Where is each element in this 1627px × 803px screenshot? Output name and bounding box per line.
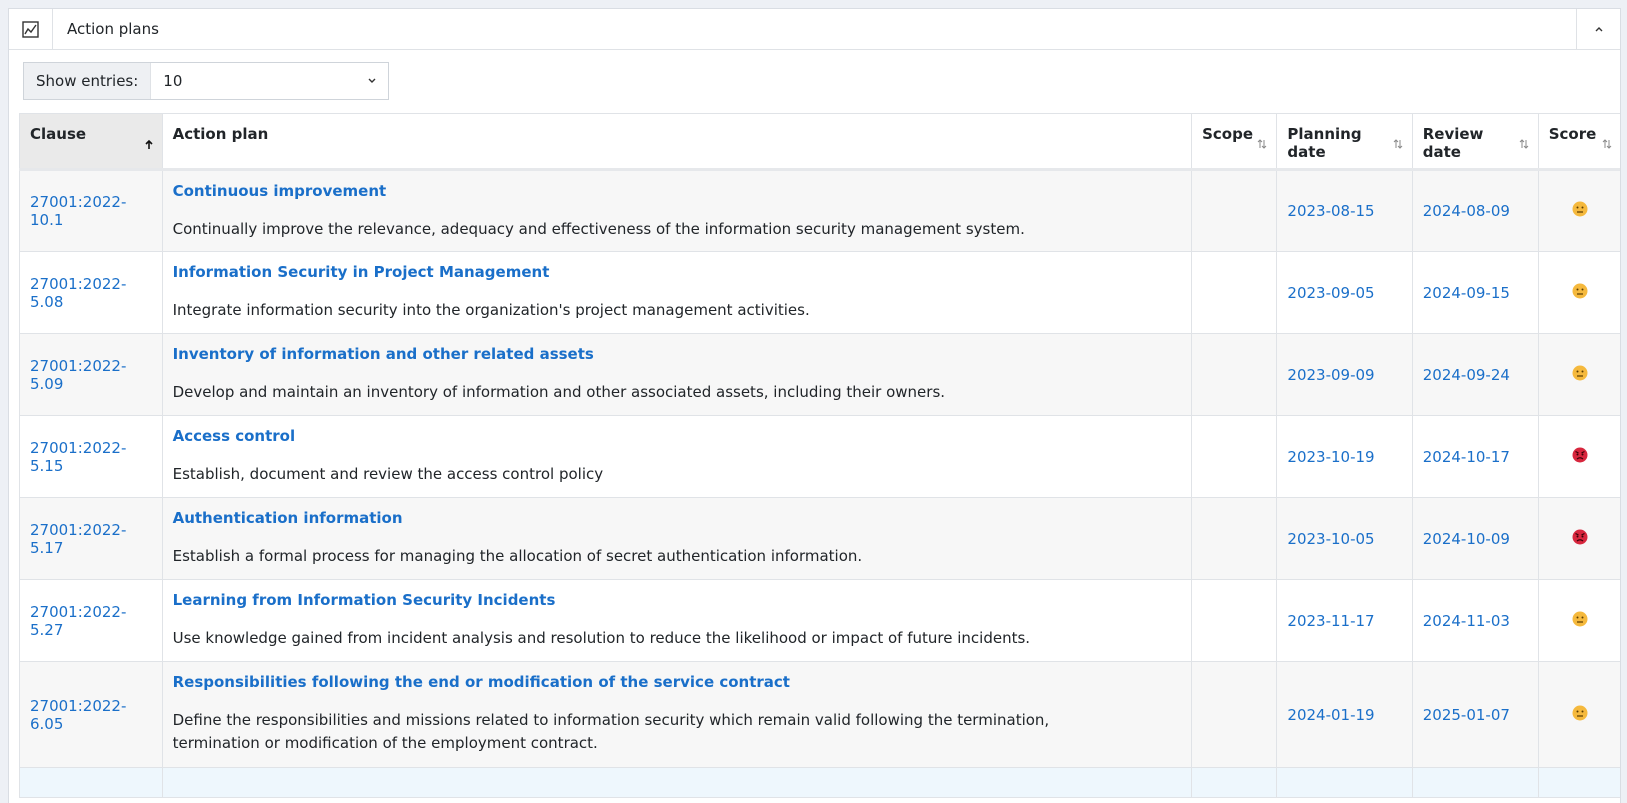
clause-link[interactable]: 27001:2022-10.1 [30, 193, 126, 229]
scope-cell [1191, 169, 1278, 252]
planning-date-link[interactable]: 2023-10-05 [1287, 530, 1374, 548]
show-entries-control: Show entries: 10 [23, 62, 389, 100]
panel-title: Action plans [67, 20, 159, 38]
neutral-face-icon [1572, 705, 1588, 720]
action-plans-panel: Action plans Show entries: 10 Clause Act… [8, 8, 1621, 803]
column-header-review-date[interactable]: Review date [1411, 113, 1539, 171]
action-plan-link[interactable]: Continuous improvement [173, 182, 1181, 200]
planning-date-link[interactable]: 2023-09-09 [1287, 366, 1374, 384]
review-date-link[interactable]: 2024-10-17 [1423, 448, 1510, 466]
action-plan-description: Integrate information security into the … [172, 301, 810, 319]
review-date-link[interactable]: 2024-10-09 [1423, 530, 1510, 548]
action-plan-description: Use knowledge gained from incident analy… [172, 629, 1031, 647]
panel-header: Action plans [9, 9, 1620, 50]
action-plan-description: Establish a formal process for managing … [172, 547, 863, 565]
column-label: Score [1548, 125, 1597, 143]
clause-link[interactable]: 27001:2022-5.08 [30, 275, 126, 311]
sort-icon [1258, 139, 1267, 149]
sort-ascending-icon [145, 139, 153, 149]
action-plan-link[interactable]: Responsibilities following the end or mo… [173, 673, 1181, 691]
planning-date-link[interactable]: 2024-01-19 [1287, 706, 1374, 724]
action-plan-link[interactable]: Access control [173, 427, 1181, 445]
partial-cell [161, 767, 1193, 798]
action-plan-link[interactable]: Inventory of information and other relat… [173, 345, 1181, 363]
partial-cell [1537, 767, 1620, 798]
sort-icon [1519, 139, 1529, 149]
partial-cell [1191, 767, 1278, 798]
column-header-scope[interactable]: Scope [1191, 113, 1278, 171]
scope-cell [1191, 415, 1278, 498]
chart-line-icon [9, 9, 53, 49]
angry-face-icon [1572, 447, 1588, 462]
action-plan-description: Define the responsibilities and missions… [172, 711, 1050, 752]
clause-link[interactable]: 27001:2022-5.27 [30, 603, 126, 639]
partial-cell [19, 767, 163, 798]
column-header-action-plan[interactable]: Action plan [161, 113, 1193, 171]
review-date-link[interactable]: 2024-09-24 [1423, 366, 1510, 384]
planning-date-link[interactable]: 2023-08-15 [1287, 202, 1374, 220]
scope-cell [1191, 251, 1278, 334]
table-row: 27001:2022-5.09 Inventory of information… [19, 333, 1620, 416]
planning-date-link[interactable]: 2023-09-05 [1287, 284, 1374, 302]
table-row: 27001:2022-5.08 Information Security in … [19, 251, 1620, 334]
neutral-face-icon [1572, 283, 1588, 298]
action-plan-link[interactable]: Learning from Information Security Incid… [173, 591, 1181, 609]
partial-cell [1411, 767, 1539, 798]
table-row: 27001:2022-10.1 Continuous improvement Co… [19, 169, 1620, 252]
planning-date-link[interactable]: 2023-10-19 [1287, 448, 1374, 466]
partial-cell [1276, 767, 1413, 798]
action-plan-description: Develop and maintain an inventory of inf… [172, 383, 946, 401]
scope-cell [1191, 579, 1278, 662]
clause-link[interactable]: 27001:2022-5.17 [30, 521, 126, 557]
clause-link[interactable]: 27001:2022-5.09 [30, 357, 126, 393]
action-plan-description: Continually improve the relevance, adequ… [172, 220, 1025, 238]
action-plan-link[interactable]: Authentication information [173, 509, 1181, 527]
action-plans-table: Clause Action plan Scope Planning date R… [19, 113, 1620, 798]
neutral-face-icon [1572, 201, 1588, 217]
collapse-button[interactable] [1576, 9, 1620, 49]
scope-cell [1191, 333, 1278, 416]
column-label: Scope [1202, 125, 1253, 143]
angry-face-icon [1572, 529, 1588, 544]
entries-select-value: 10 [163, 72, 183, 90]
column-label: Review date [1422, 125, 1484, 161]
action-plan-link[interactable]: Information Security in Project Manageme… [173, 263, 1181, 281]
review-date-link[interactable]: 2024-09-15 [1423, 284, 1510, 302]
review-date-link[interactable]: 2024-11-03 [1423, 612, 1510, 630]
table-row: 27001:2022-6.05 Responsibilities followi… [19, 661, 1620, 768]
table-row: 27001:2022-5.27 Learning from Informatio… [19, 579, 1620, 662]
table-header-row: Clause Action plan Scope Planning date R… [19, 113, 1620, 171]
clause-link[interactable]: 27001:2022-5.15 [30, 439, 126, 475]
chevron-down-icon [368, 78, 376, 83]
sort-icon [1602, 139, 1612, 149]
scope-cell [1191, 661, 1278, 768]
show-entries-label: Show entries: [24, 63, 152, 99]
table-row: 27001:2022-5.17 Authentication informati… [19, 497, 1620, 580]
entries-select[interactable]: 10 [151, 63, 388, 99]
table-row: 27001:2022-5.15 Access control Establish,… [19, 415, 1620, 498]
scope-cell [1191, 497, 1278, 580]
review-date-link[interactable]: 2025-01-07 [1423, 706, 1510, 724]
planning-date-link[interactable]: 2023-11-17 [1287, 612, 1374, 630]
neutral-face-icon [1572, 611, 1588, 626]
clause-link[interactable]: 27001:2022-6.05 [30, 697, 126, 733]
sort-icon [1393, 139, 1403, 149]
chevron-up-icon [1595, 27, 1602, 32]
table-row [19, 767, 1620, 798]
column-header-clause[interactable]: Clause [19, 113, 163, 171]
column-label: Action plan [172, 125, 269, 143]
column-label: Planning date [1287, 125, 1362, 161]
column-header-score[interactable]: Score [1537, 113, 1620, 171]
neutral-face-icon [1572, 365, 1588, 380]
column-label: Clause [30, 125, 87, 143]
review-date-link[interactable]: 2024-08-09 [1423, 202, 1510, 220]
column-header-planning-date[interactable]: Planning date [1276, 113, 1413, 171]
action-plan-description: Establish, document and review the acces… [172, 465, 604, 483]
